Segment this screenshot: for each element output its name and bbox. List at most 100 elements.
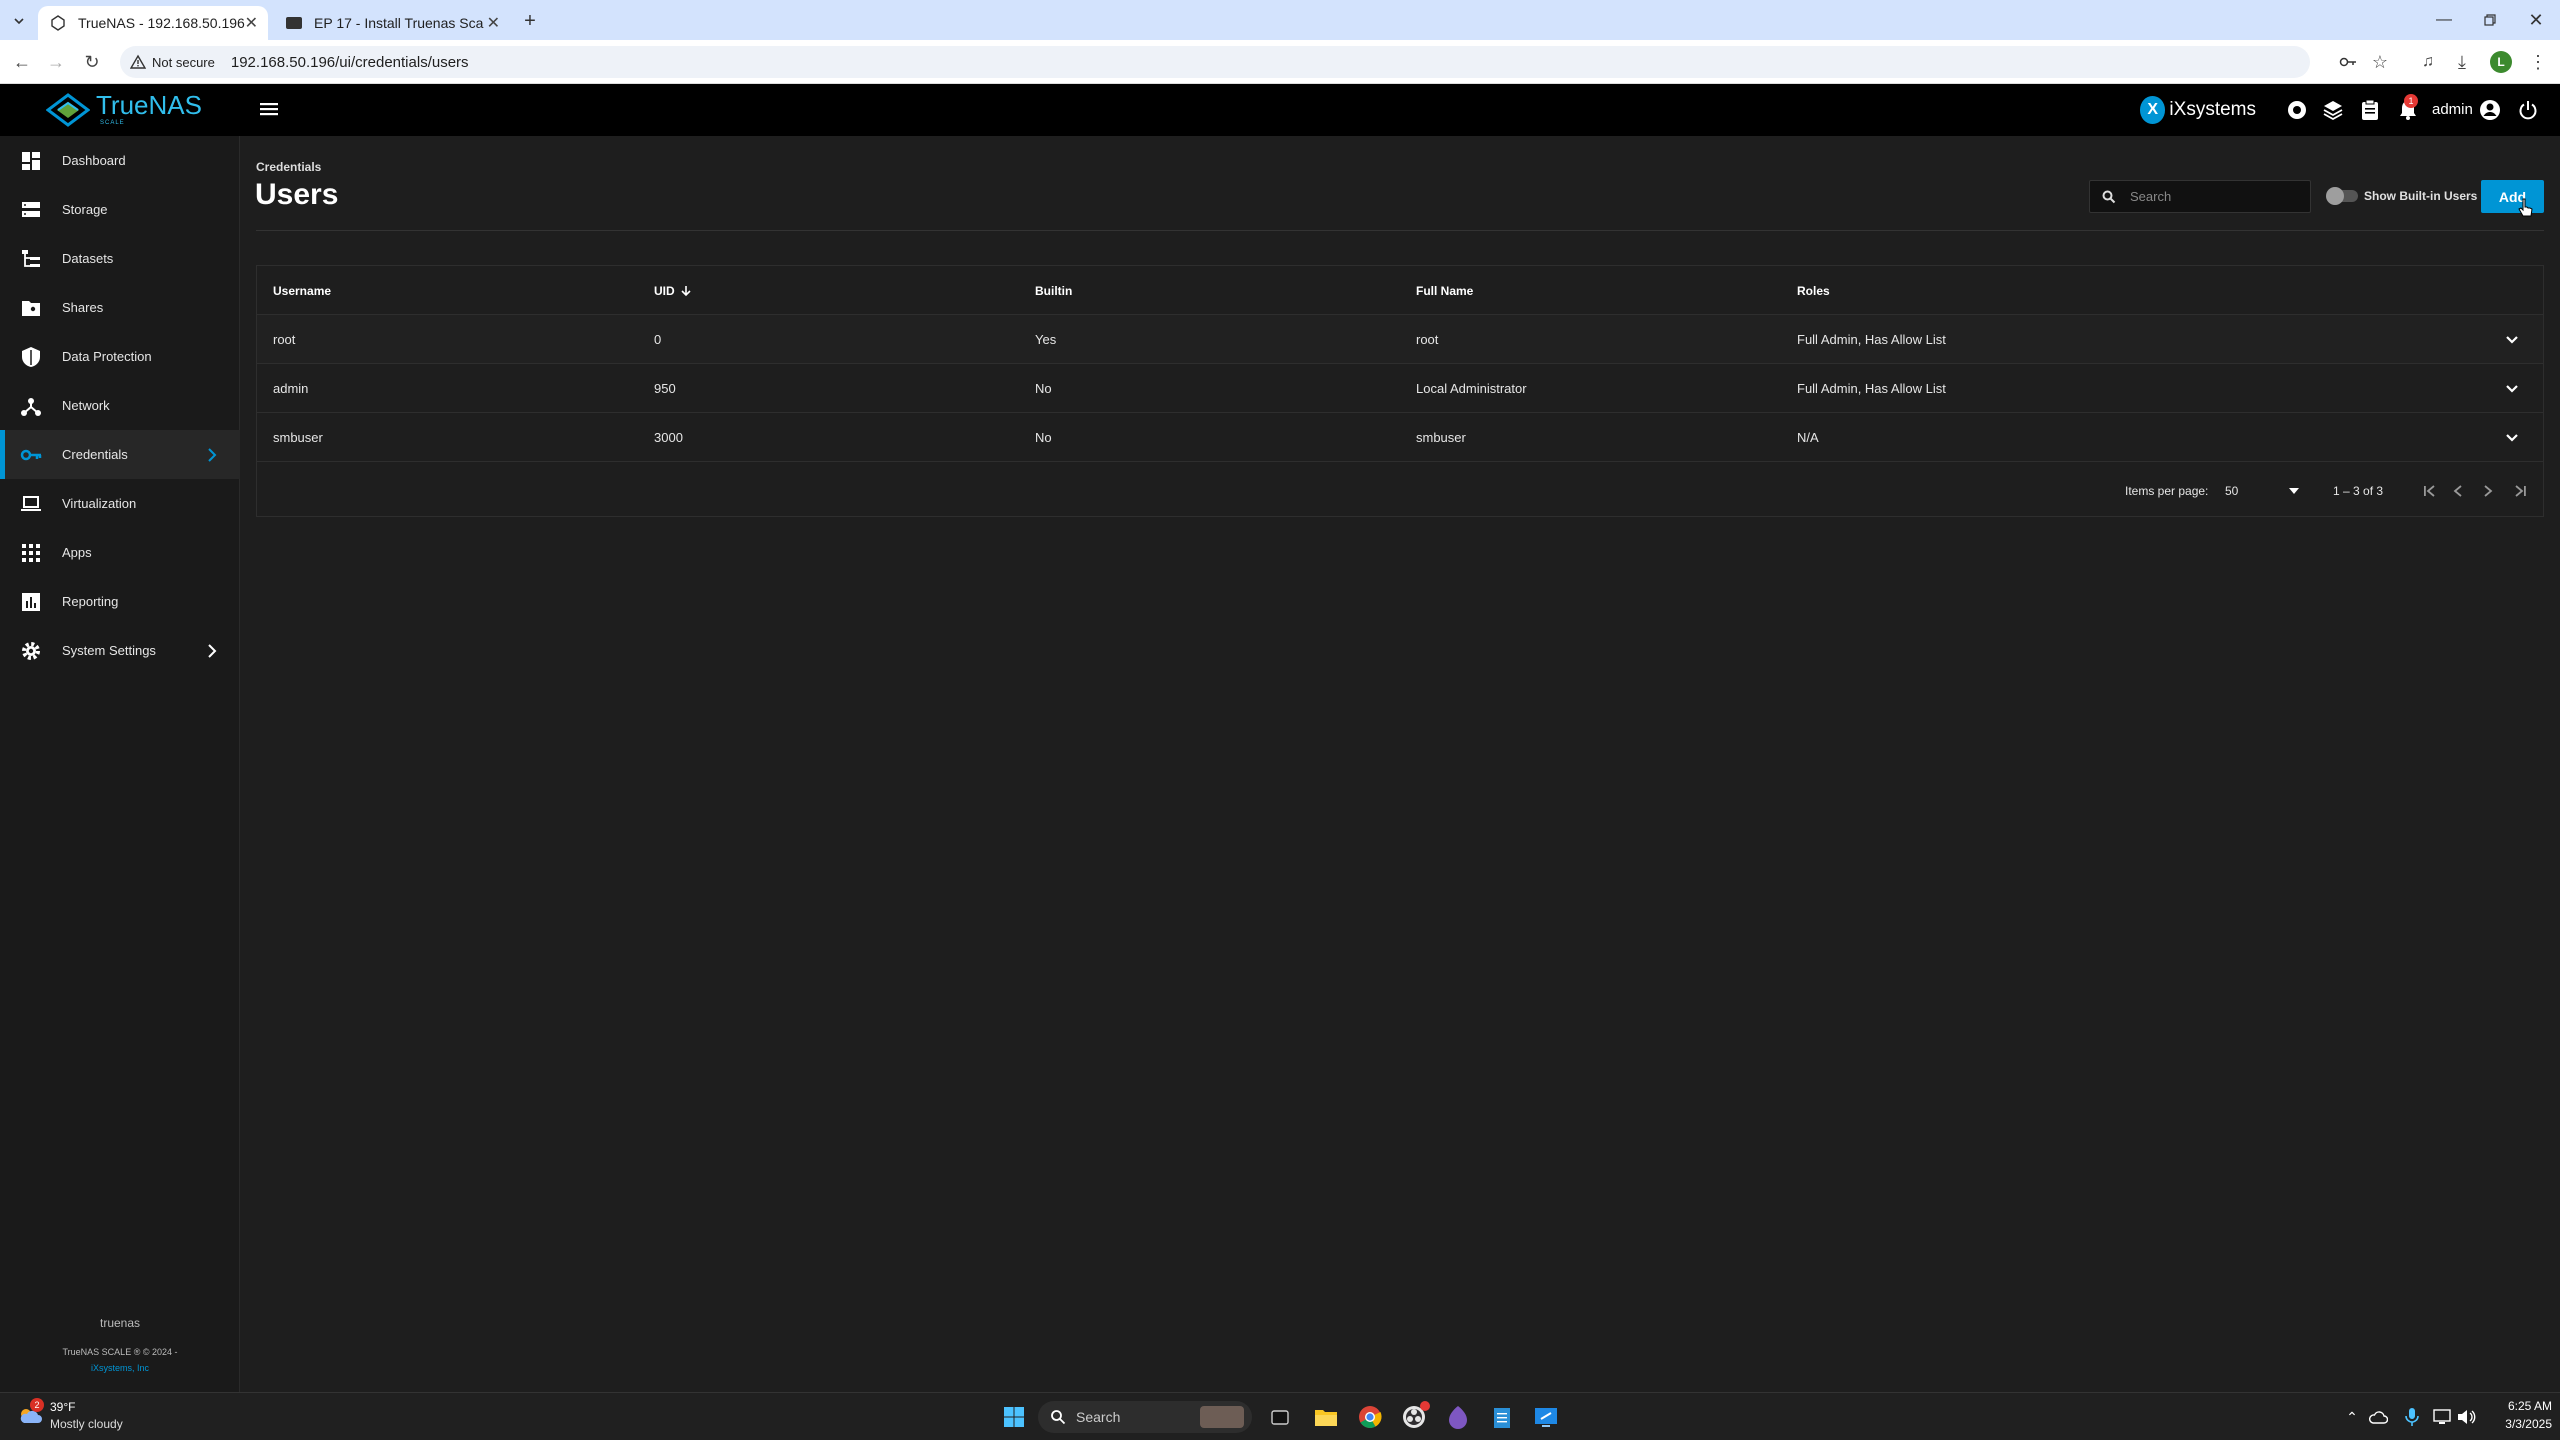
back-icon[interactable]: ← [10,50,34,74]
tab-title: TrueNAS - 192.168.50.196 [78,15,245,31]
close-tab-icon[interactable]: ✕ [487,13,500,33]
account-circle-icon[interactable] [2478,98,2502,122]
breadcrumb[interactable]: Credentials [256,160,321,174]
show-builtin-users-toggle[interactable] [2326,187,2358,205]
company-link[interactable]: iXsystems, Inc [0,1363,240,1373]
media-controls-icon[interactable]: ♫ [2416,50,2440,74]
clock-time[interactable]: 6:25 AM [2482,1399,2552,1413]
table-row[interactable]: admin 950 No Local Administrator Full Ad… [257,364,2543,413]
download-icon[interactable]: ⤓ [2450,50,2474,74]
volume-icon[interactable] [2450,1401,2482,1433]
directory-services-icon[interactable] [2321,98,2345,122]
app-purple-icon[interactable] [1442,1401,1474,1433]
table-row[interactable]: root 0 Yes root Full Admin, Has Allow Li… [257,315,2543,364]
onedrive-cloud-icon[interactable] [2362,1401,2394,1433]
app-header: TrueNAS SCALE X iXsystems 1 admin [0,84,2560,136]
remote-desktop-icon[interactable] [1530,1401,1562,1433]
sidebar-item-label: System Settings [62,643,156,658]
profile-avatar[interactable]: L [2490,51,2512,73]
sidebar-item-reporting[interactable]: Reporting [0,577,240,626]
microphone-icon[interactable] [2396,1401,2428,1433]
close-window-icon[interactable]: ✕ [2524,8,2548,32]
browser-menu-icon[interactable]: ⋮ [2526,50,2550,74]
dashboard-icon [20,150,42,172]
truenas-favicon-icon [50,15,66,31]
taskbar-search-box[interactable]: Search [1038,1401,1252,1433]
tab-search-icon[interactable] [8,10,30,32]
last-page-icon[interactable] [2513,463,2533,519]
security-label[interactable]: Not secure [152,55,215,70]
windows-start-icon[interactable] [998,1401,1030,1433]
column-header-full-name[interactable]: Full Name [1416,266,1473,315]
cell-uid: 950 [654,381,676,396]
shares-icon [20,297,42,319]
new-tab-icon[interactable]: + [518,9,542,33]
temperature[interactable]: 39°F [50,1400,75,1414]
recording-indicator [1420,1401,1430,1411]
clock-date[interactable]: 3/3/2025 [2482,1417,2552,1431]
truenas-logo-icon[interactable] [46,93,90,127]
key-icon [20,444,42,466]
column-header-uid[interactable]: UID [654,266,691,315]
task-view-icon[interactable] [1264,1401,1296,1433]
column-header-builtin[interactable]: Builtin [1035,266,1072,315]
sidebar-item-label: Apps [62,545,92,560]
address-bar[interactable]: Not secure 192.168.50.196/ui/credentials… [120,46,2310,78]
chrome-icon[interactable] [1354,1401,1386,1433]
bookmark-star-icon[interactable]: ☆ [2368,50,2392,74]
sidebar-item-credentials[interactable]: Credentials [0,430,240,479]
search-input[interactable]: Search [2089,180,2311,213]
close-tab-icon[interactable]: ✕ [245,13,258,33]
sidebar-item-datasets[interactable]: Datasets [0,234,240,283]
paginator: Items per page: 50 1 – 3 of 3 [257,463,2543,519]
cell-full-name: root [1416,332,1439,347]
column-header-username[interactable]: Username [273,266,331,315]
items-per-page-select[interactable]: 50 [2225,463,2305,519]
sidebar-item-apps[interactable]: Apps [0,528,240,577]
sidebar-item-network[interactable]: Network [0,381,240,430]
tab-truenas[interactable]: TrueNAS - 192.168.50.196 ✕ [38,6,268,40]
sidebar-item-system-settings[interactable]: System Settings [0,626,240,675]
tab-youtube[interactable]: EP 17 - Install Truenas Scale - L ✕ [272,6,510,40]
column-header-roles[interactable]: Roles [1797,266,1830,315]
next-page-icon[interactable] [2483,463,2503,519]
sidebar-item-virtualization[interactable]: Virtualization [0,479,240,528]
expand-row-chevron-icon[interactable] [2505,315,2525,364]
taskbar-search-label: Search [1076,1409,1121,1425]
notepad-icon[interactable] [1486,1401,1518,1433]
weather-condition[interactable]: Mostly cloudy [50,1417,123,1431]
expand-row-chevron-icon[interactable] [2505,364,2525,413]
browser-tab-strip: TrueNAS - 192.168.50.196 ✕ EP 17 - Insta… [0,0,2560,40]
previous-page-icon[interactable] [2453,463,2473,519]
sidebar-item-shares[interactable]: Shares [0,283,240,332]
table-row[interactable]: smbuser 3000 No smbuser N/A [257,413,2543,462]
power-icon[interactable] [2516,98,2540,122]
url-text[interactable]: 192.168.50.196/ui/credentials/users [231,54,469,71]
expand-row-chevron-icon[interactable] [2505,413,2525,462]
add-user-button[interactable]: Add [2481,180,2544,213]
chevron-right-icon [204,643,220,659]
cell-full-name: smbuser [1416,430,1466,445]
sidebar-item-dashboard[interactable]: Dashboard [0,136,240,185]
reload-icon[interactable]: ↻ [80,50,104,74]
user-name[interactable]: admin [2432,101,2473,118]
main-content: Credentials Users Search Show Built-in U… [240,136,2560,1392]
sidebar-item-label: Shares [62,300,104,315]
sidebar-item-data-protection[interactable]: Data Protection [0,332,240,381]
password-key-icon[interactable] [2336,50,2360,74]
file-explorer-icon[interactable] [1310,1401,1342,1433]
sidebar-item-storage[interactable]: Storage [0,185,240,234]
logo-subtitle: SCALE [100,120,125,126]
restore-icon[interactable] [2478,8,2502,32]
cell-roles: Full Admin, Has Allow List [1797,332,1946,347]
storage-icon [20,199,42,221]
forward-icon[interactable]: → [44,50,68,74]
truecommand-icon[interactable] [2285,98,2309,122]
minimize-icon[interactable]: — [2432,8,2456,32]
first-page-icon[interactable] [2423,463,2443,519]
logo-text: TrueNAS [96,90,202,120]
menu-toggle-icon[interactable] [258,100,282,120]
jobs-clipboard-icon[interactable] [2358,98,2382,122]
items-per-page-value: 50 [2225,484,2239,498]
show-builtin-users-label[interactable]: Show Built-in Users [2364,189,2477,203]
